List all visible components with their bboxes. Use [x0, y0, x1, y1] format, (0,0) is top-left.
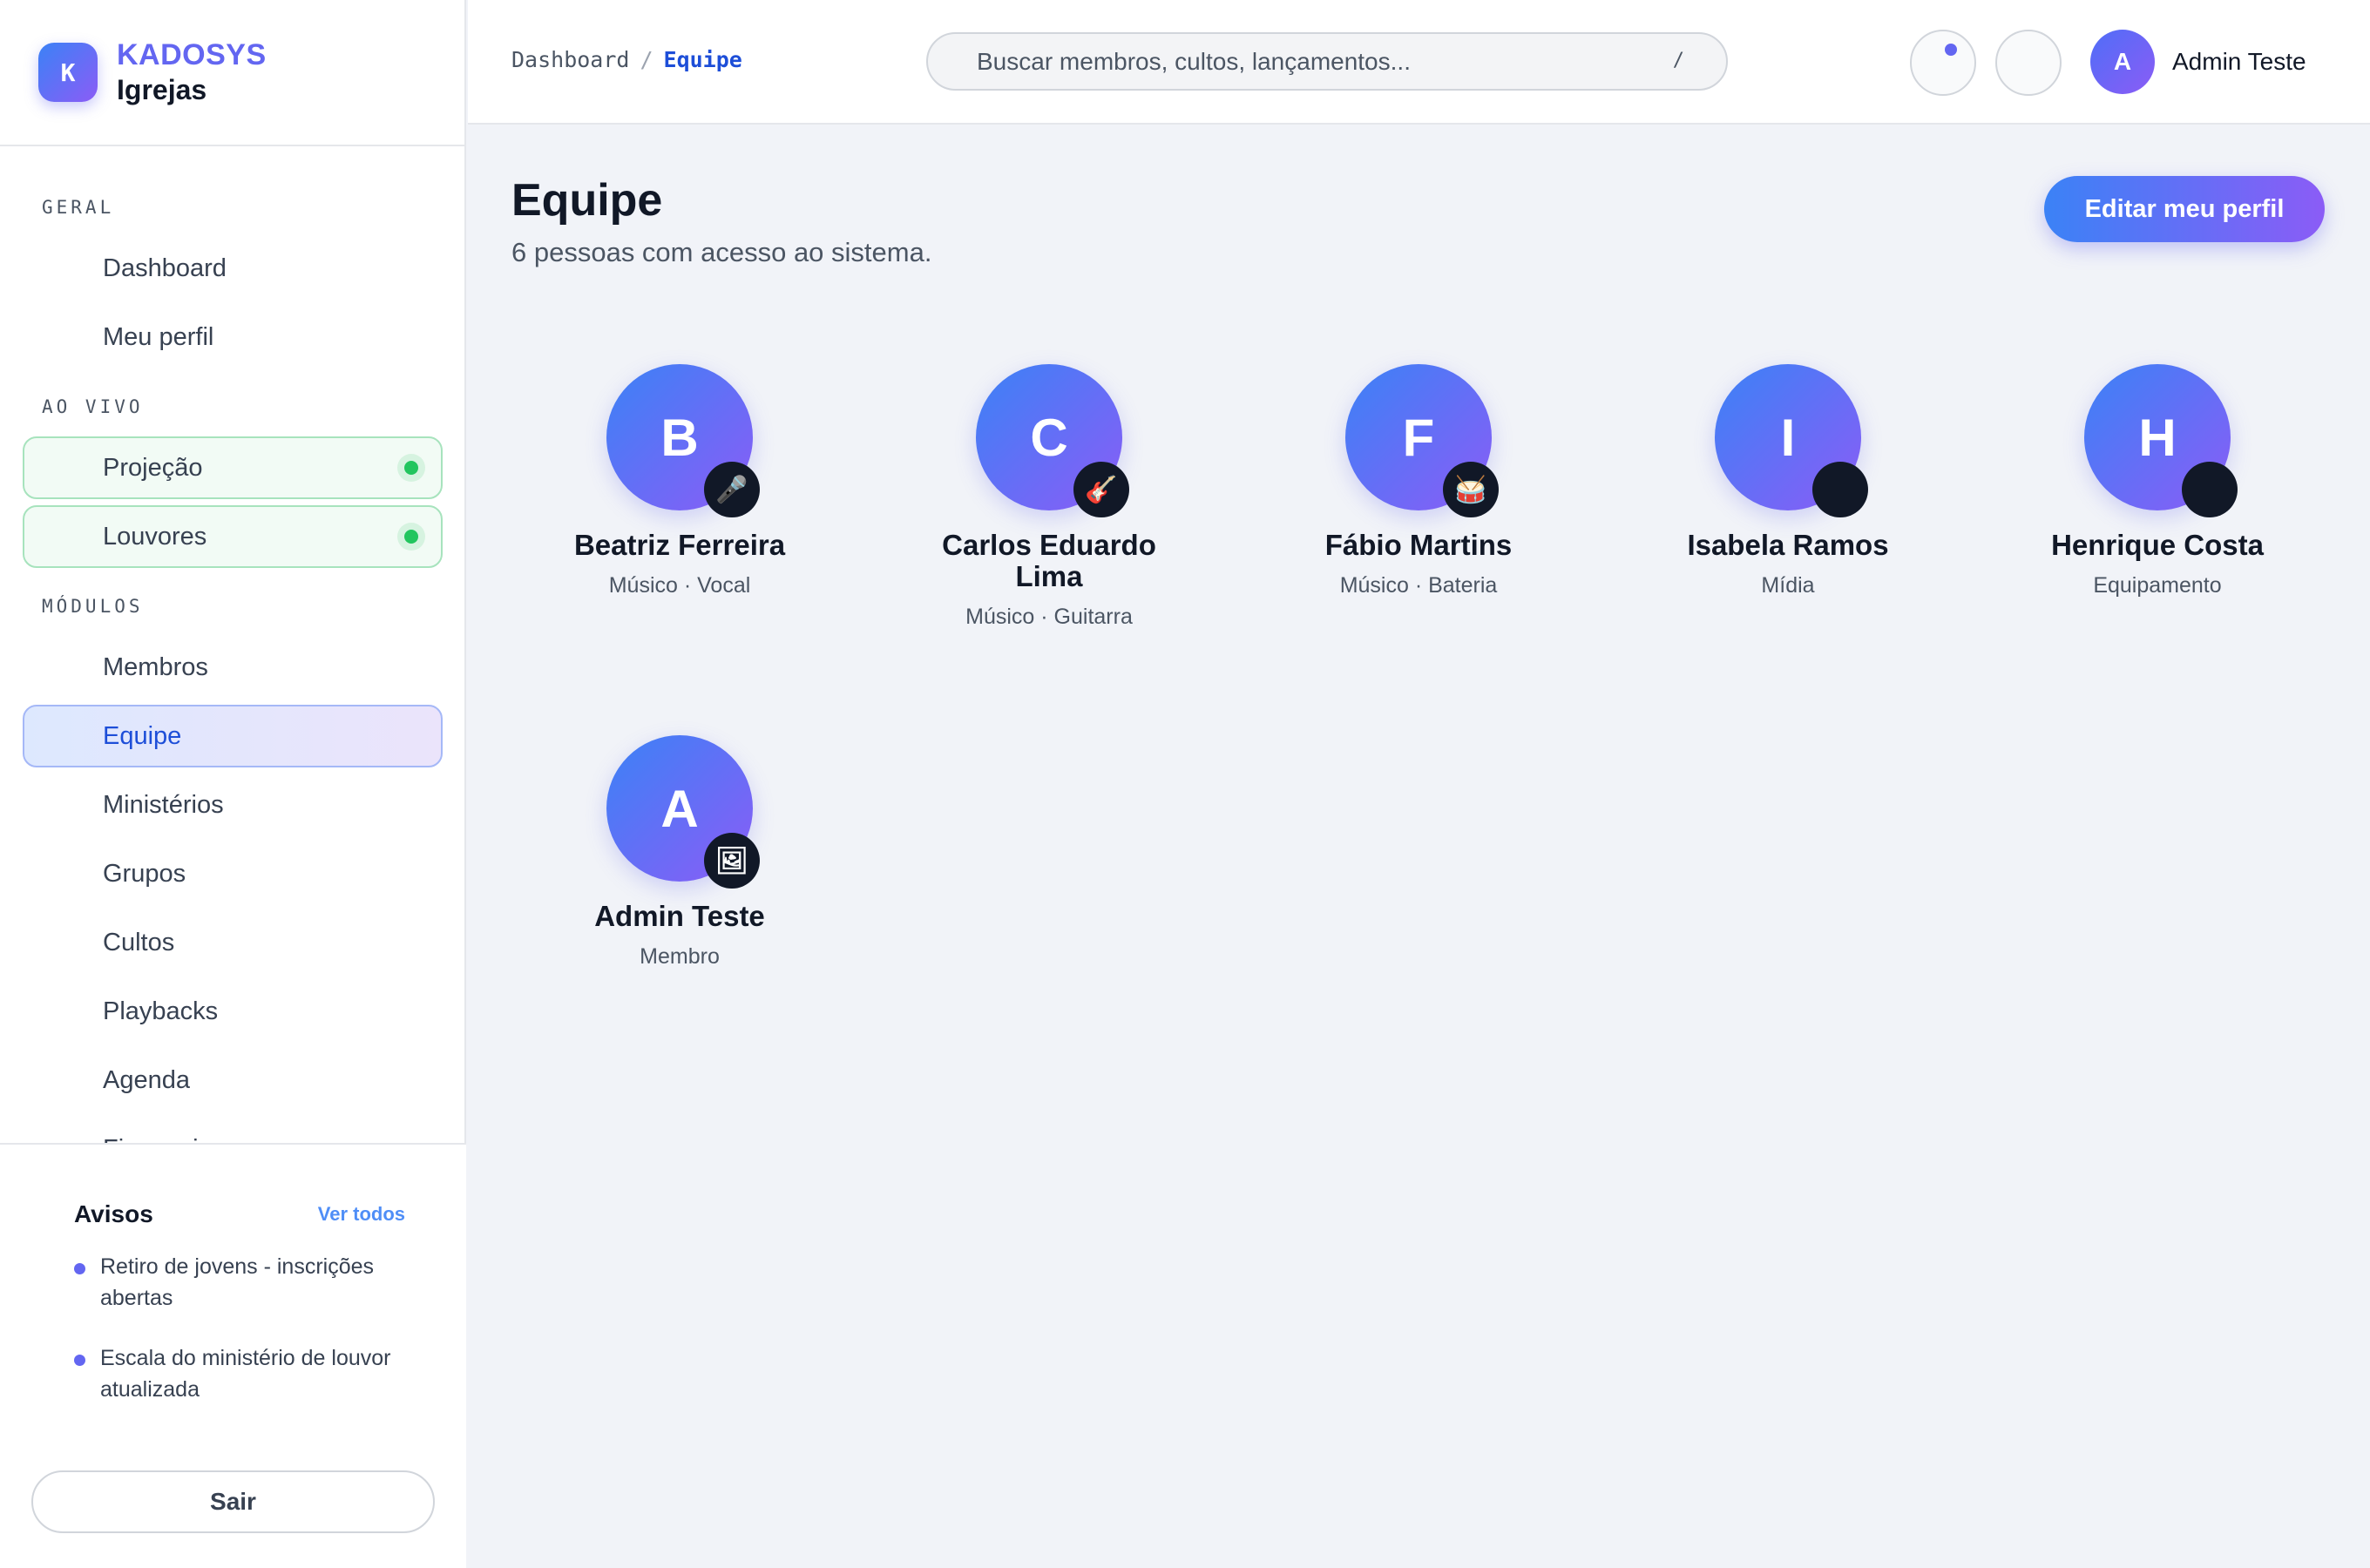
topbar: Dashboard / Equipe / A Admin Teste — [468, 0, 2370, 125]
avatar: H — [2084, 364, 2238, 517]
avatar: C 🎸 — [976, 364, 1129, 517]
page-subtitle: 6 pessoas com acesso ao sistema. — [511, 237, 932, 267]
sidebar-item-label: Meu perfil — [103, 322, 214, 351]
member-card[interactable]: F 🥁 Fábio Martins Músico · Bateria — [1288, 364, 1549, 598]
sidebar-item-projecao[interactable]: Projeção — [23, 436, 443, 499]
section-title-geral: GERAL — [42, 197, 115, 218]
breadcrumb: Dashboard / Equipe — [511, 47, 742, 72]
live-indicator-icon — [397, 523, 425, 551]
sidebar-item-label: Financeiro — [103, 1135, 220, 1144]
user-name: Admin Teste — [2172, 48, 2306, 75]
sidebar-item-label: Dashboard — [103, 253, 227, 282]
sidebar-item-playbacks[interactable]: Playbacks — [23, 980, 443, 1043]
sidebar-item-dashboard[interactable]: Dashboard — [23, 237, 443, 300]
notice-item[interactable]: Escala do ministério de louvor atualizad… — [74, 1342, 405, 1405]
logout-button[interactable]: Sair — [31, 1470, 435, 1533]
sidebar-item-label: Cultos — [103, 928, 175, 956]
sidebar-item-equipe[interactable]: Equipe — [23, 705, 443, 767]
notice-item[interactable]: Retiro de jovens - inscrições abertas — [74, 1251, 405, 1314]
member-card[interactable]: I Isabela Ramos Mídia — [1657, 364, 1919, 598]
sidebar-item-label: Agenda — [103, 1065, 190, 1094]
notice-text: Retiro de jovens - inscrições abertas — [100, 1254, 375, 1310]
sidebar-item-louvores[interactable]: Louvores — [23, 505, 443, 568]
sidebar-item-meu-perfil[interactable]: Meu perfil — [23, 306, 443, 368]
sidebar-item-label: Ministérios — [103, 790, 224, 819]
avatar: A — [2090, 30, 2155, 94]
member-card[interactable]: B 🎤 Beatriz Ferreira Músico · Vocal — [549, 364, 810, 598]
member-card[interactable]: H Henrique Costa Equipamento — [2027, 364, 2288, 598]
guitar-icon: 🎸 — [1073, 462, 1129, 517]
notice-text: Escala do ministério de louvor atualizad… — [100, 1346, 391, 1402]
microphone-icon: 🎤 — [704, 462, 760, 517]
avatar: A 🖼 — [606, 735, 760, 889]
member-role: Músico · Vocal — [608, 573, 751, 598]
search-input[interactable] — [977, 34, 1639, 89]
sidebar-item-membros[interactable]: Membros — [23, 636, 443, 699]
sidebar-item-grupos[interactable]: Grupos — [23, 842, 443, 905]
notices-panel: Avisos Ver todos Retiro de jovens - insc… — [0, 1143, 466, 1568]
bullet-icon — [74, 1355, 85, 1366]
page-title: Equipe — [511, 175, 663, 226]
sidebar-item-agenda[interactable]: Agenda — [23, 1049, 443, 1112]
bullet-icon — [74, 1263, 85, 1274]
member-name: Admin Teste — [594, 900, 765, 932]
sidebar-item-label: Membros — [103, 652, 208, 681]
sidebar-item-label: Projeção — [103, 453, 203, 482]
avatar: F 🥁 — [1345, 364, 1499, 517]
sidebar-item-cultos[interactable]: Cultos — [23, 911, 443, 974]
brand-subtitle: Igrejas — [117, 74, 207, 106]
see-all-link[interactable]: Ver todos — [318, 1203, 405, 1226]
notifications-button[interactable] — [1910, 30, 1976, 96]
equipment-badge-icon — [2182, 462, 2238, 517]
drum-icon: 🥁 — [1443, 462, 1499, 517]
member-role: Membro — [640, 944, 720, 969]
member-name: Beatriz Ferreira — [573, 529, 786, 561]
avatar: B 🎤 — [606, 364, 760, 517]
member-card[interactable]: A 🖼 Admin Teste Membro — [549, 735, 810, 970]
section-title-ao-vivo: AO VIVO — [42, 396, 144, 417]
member-card[interactable]: C 🎸 Carlos Eduardo Lima Músico · Guitarra — [918, 364, 1180, 630]
section-title-modulos: MÓDULOS — [42, 596, 144, 617]
live-indicator-icon — [397, 454, 425, 482]
breadcrumb-current: Equipe — [663, 47, 742, 72]
user-menu[interactable]: A Admin Teste — [2090, 30, 2306, 94]
sidebar-item-financeiro[interactable]: Financeiro — [23, 1118, 443, 1144]
sidebar-item-ministerios[interactable]: Ministérios — [23, 774, 443, 836]
brand-logo: K — [38, 43, 98, 102]
search-shortcut-hint: / — [1672, 50, 1684, 71]
sidebar-nav: GERAL Dashboard Meu perfil AO VIVO Proje… — [0, 174, 466, 1143]
member-name: Fábio Martins — [1324, 529, 1513, 561]
picture-icon: 🖼 — [704, 833, 760, 889]
edit-profile-button[interactable]: Editar meu perfil — [2044, 176, 2325, 242]
divider — [0, 145, 466, 146]
brand[interactable]: K KADOSYS Igrejas — [38, 33, 267, 112]
breadcrumb-parent[interactable]: Dashboard — [511, 47, 629, 72]
member-role: Músico · Guitarra — [965, 605, 1133, 629]
member-role: Mídia — [1761, 573, 1815, 598]
sidebar-item-label: Equipe — [103, 721, 182, 750]
brand-name: KADOSYS — [117, 38, 267, 72]
sidebar-item-label: Louvores — [103, 522, 207, 551]
sidebar-item-label: Playbacks — [103, 997, 219, 1025]
media-badge-icon — [1812, 462, 1868, 517]
search-box[interactable]: / — [926, 32, 1728, 91]
sidebar: K KADOSYS Igrejas GERAL Dashboard Meu pe… — [0, 0, 466, 1568]
theme-toggle-button[interactable] — [1995, 30, 2062, 96]
member-name: Isabela Ramos — [1687, 529, 1889, 561]
notices-title: Avisos — [74, 1200, 153, 1227]
sidebar-item-label: Grupos — [103, 859, 186, 888]
member-role: Músico · Bateria — [1339, 573, 1498, 598]
member-role: Equipamento — [2093, 573, 2222, 598]
member-name: Carlos Eduardo Lima — [942, 529, 1156, 592]
member-name: Henrique Costa — [2051, 529, 2264, 561]
avatar: I — [1715, 364, 1868, 517]
breadcrumb-separator: / — [640, 47, 653, 72]
notification-dot-icon — [1945, 44, 1957, 56]
